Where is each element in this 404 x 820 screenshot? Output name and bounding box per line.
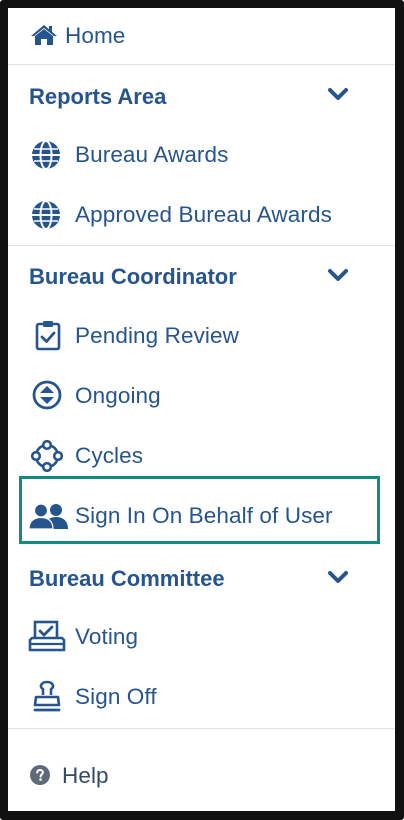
- home-icon: [31, 25, 57, 45]
- section-reports-area-label: Reports Area: [29, 84, 167, 109]
- sort-circle-icon: [32, 380, 62, 410]
- menu-item-help[interactable]: Help: [8, 746, 395, 806]
- menu-item-home-label: Home: [65, 23, 126, 48]
- menu-item-pending-review[interactable]: Pending Review: [8, 306, 395, 366]
- chevron-down-icon: [328, 88, 348, 100]
- menu-item-bureau-awards[interactable]: Bureau Awards: [8, 125, 395, 185]
- stamp-icon: [33, 680, 61, 712]
- users-icon: [29, 503, 68, 529]
- menu-item-help-label: Help: [62, 763, 109, 788]
- menu-item-pending-review-label: Pending Review: [75, 323, 239, 348]
- section-bureau-coordinator[interactable]: Bureau Coordinator: [8, 246, 395, 306]
- globe-icon: [32, 200, 60, 230]
- question-circle-icon: [30, 765, 50, 785]
- cycle-nodes-icon: [31, 440, 63, 472]
- menu-item-sign-off-label: Sign Off: [75, 684, 157, 709]
- menu-item-home[interactable]: Home: [8, 8, 395, 68]
- chevron-down-icon: [328, 269, 348, 281]
- section-bureau-committee[interactable]: Bureau Committee: [8, 548, 395, 608]
- section-bureau-committee-label: Bureau Committee: [29, 566, 225, 591]
- section-reports-area[interactable]: Reports Area: [8, 65, 395, 125]
- menu-item-sign-in-on-behalf-label: Sign In On Behalf of User: [75, 503, 333, 528]
- menu-item-sign-in-on-behalf[interactable]: Sign In On Behalf of User: [8, 486, 395, 546]
- menu-item-bureau-awards-label: Bureau Awards: [75, 142, 229, 167]
- menu-item-voting-label: Voting: [75, 624, 139, 649]
- chevron-down-icon: [328, 571, 348, 583]
- menu-item-cycles-label: Cycles: [75, 443, 144, 468]
- clipboard-check-icon: [35, 321, 61, 351]
- menu-item-voting[interactable]: Voting: [8, 607, 395, 667]
- globe-icon: [32, 140, 60, 170]
- menu-item-ongoing[interactable]: Ongoing: [8, 366, 395, 426]
- divider: [8, 728, 395, 729]
- ballot-box-icon: [28, 620, 66, 652]
- section-bureau-coordinator-label: Bureau Coordinator: [29, 264, 237, 289]
- menu-item-sign-off[interactable]: Sign Off: [8, 667, 395, 727]
- menu-item-ongoing-label: Ongoing: [75, 383, 161, 408]
- menu-item-approved-bureau-awards[interactable]: Approved Bureau Awards: [8, 185, 395, 245]
- sidebar-menu: Home Reports Area Bureau Awards Approved…: [8, 8, 395, 811]
- menu-item-approved-bureau-awards-label: Approved Bureau Awards: [75, 202, 332, 227]
